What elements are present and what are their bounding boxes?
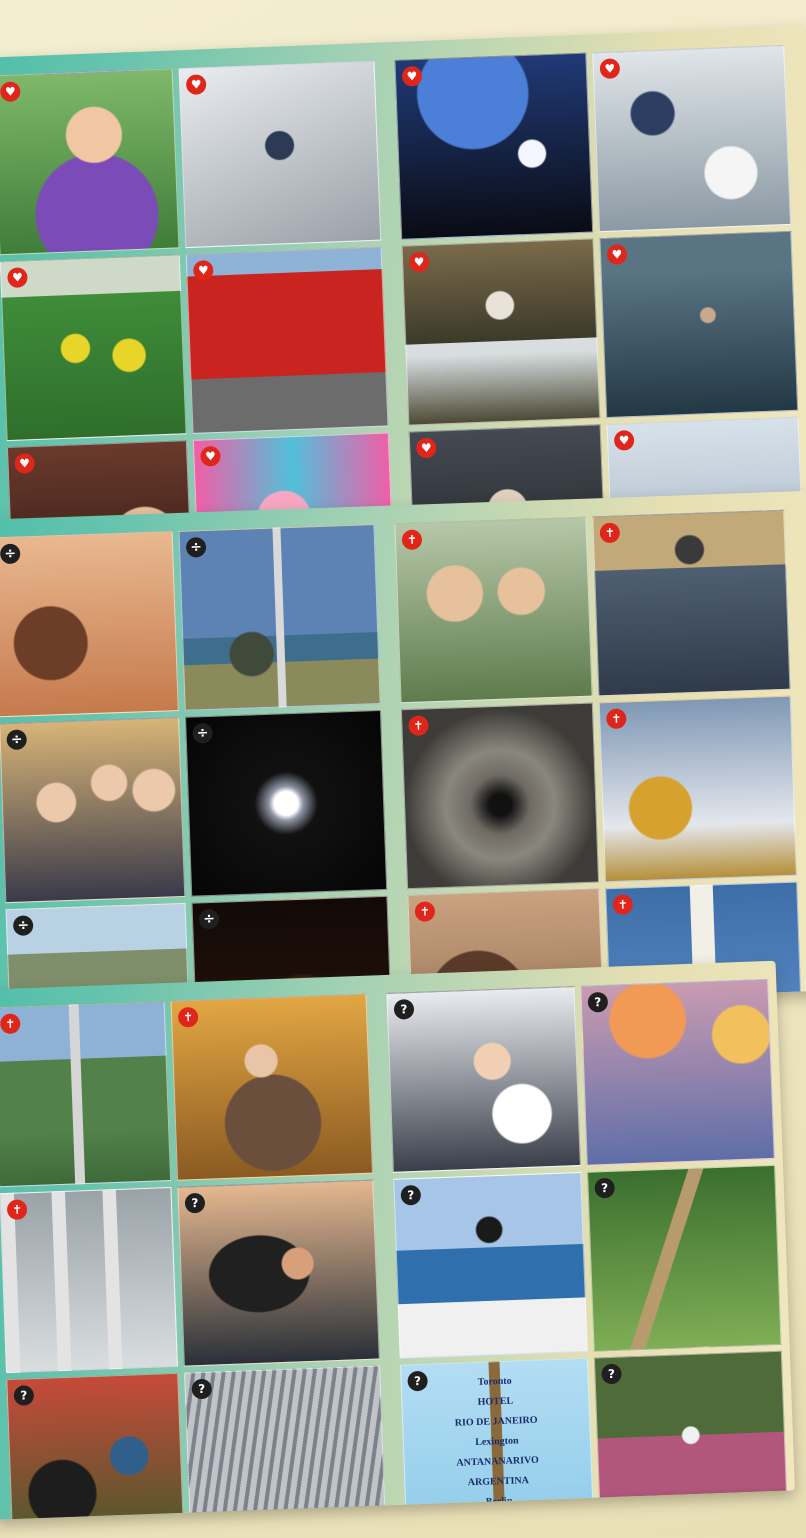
heart-icon: ♥	[0, 81, 21, 103]
heart-icon: ♥	[7, 267, 28, 288]
soldier-at-cross-photo: ÷	[178, 524, 381, 711]
kids-football-photo: ♥	[0, 254, 187, 442]
divide-icon: ÷	[6, 729, 28, 751]
divide-icon: ÷	[0, 543, 21, 565]
cross-icon: ✝	[605, 708, 627, 730]
students-exam-photo: ?	[386, 986, 581, 1173]
signpost-label: ARGENTINA	[467, 1475, 530, 1489]
cross-icon: ✝	[6, 1199, 28, 1221]
question-icon: ?	[400, 1184, 422, 1206]
question-icon: ?	[594, 1177, 616, 1199]
heart-icon: ♥	[200, 445, 221, 467]
divide-icon: ÷	[12, 915, 34, 936]
divide-icon: ÷	[185, 536, 207, 558]
divide-icon: ÷	[198, 908, 220, 930]
divide-icon: ÷	[192, 722, 213, 744]
girl-with-flowers-photo: ♥	[0, 68, 180, 256]
wallet-money-photo: ?	[6, 1372, 185, 1520]
signpost-label: Lexington	[475, 1435, 519, 1449]
city-signpost-photo: ? Toronto HOTEL RIO DE JANEIRO Lexington ANTA…	[400, 1357, 595, 1520]
heart-icon: ♥	[613, 430, 635, 451]
page-gutter	[388, 246, 403, 426]
red-university-building-photo: ♥	[185, 246, 389, 434]
heart-icon: ♥	[599, 58, 621, 80]
heart-icon: ♥	[401, 65, 423, 87]
heart-icon: ♥	[185, 74, 207, 95]
couple-kissing-photo: ✝	[394, 516, 593, 704]
page-gutter	[380, 60, 395, 240]
forest-path-photo: ?	[587, 1164, 782, 1352]
masked-group-forest-photo: ?	[593, 1350, 789, 1520]
drowning-hand-photo: ♥	[599, 230, 799, 419]
signpost-label: RIO DE JANEIRO	[454, 1414, 538, 1429]
page-gutter	[372, 993, 387, 1173]
heart-icon: ♥	[415, 437, 437, 459]
concert-crowd-photo: ♥	[394, 52, 594, 240]
man-on-boat-bow-photo: ?	[393, 1171, 588, 1359]
arched-tunnel-photo: ✝	[400, 702, 600, 890]
cross-icon: ✝	[599, 522, 621, 544]
divide-photo-grid: ÷ ÷ ✝ ✝ ÷ ÷ ✝ ✝ ÷ ÷ ✝ ✝	[0, 509, 804, 1020]
man-on-rock-desert-photo: ÷	[0, 531, 179, 718]
question-icon: ?	[407, 1370, 428, 1392]
question-icon: ?	[191, 1378, 213, 1400]
page-gutter	[387, 709, 401, 889]
cross-icon: ✝	[408, 715, 429, 737]
signpost-label: HOTEL	[477, 1395, 514, 1408]
question-icon: ?	[587, 991, 609, 1013]
heart-icon: ♥	[14, 453, 35, 474]
christ-redeemer-rio-photo: ✝	[0, 1001, 172, 1188]
father-son-bridge-photo: ♥	[592, 44, 792, 233]
heart-photo-card: ♥ ♥ ♥ ♥ ♥ ♥ ♥ ♥ ♥ ♥ ♥ ♥	[0, 26, 806, 558]
question-icon: ?	[393, 998, 415, 1020]
question-photo-grid: ✝ ✝?? ✝?????? Toronto HOTEL RIO DE JANEIRO Lex…	[0, 978, 789, 1520]
divide-photo-card: ÷ ÷ ✝ ✝ ÷ ÷ ✝ ✝ ÷ ÷ ✝ ✝	[0, 491, 806, 1020]
heart-icon: ♥	[606, 244, 628, 265]
heart-icon: ♥	[192, 260, 214, 281]
signpost-label: SAINTE-CATHERINE	[449, 1514, 550, 1519]
man-jumping-waterfall-photo: ♥	[401, 238, 601, 426]
golden-church-dome-photo: ✝	[598, 695, 797, 883]
heart-icon: ♥	[408, 251, 430, 273]
question-icon: ?	[184, 1192, 206, 1214]
moon-night-photo: ÷	[184, 709, 388, 897]
driving-hands-photo: ?	[177, 1179, 380, 1367]
question-icon: ?	[601, 1363, 622, 1385]
cross-icon: ✝	[414, 901, 436, 922]
cross-icon: ✝	[612, 894, 634, 916]
sky-lanterns-photo: ?	[580, 978, 775, 1166]
question-icon: ?	[13, 1385, 35, 1406]
traffic-jam-photo: ?	[184, 1365, 387, 1520]
helicopter-rescue-photo: ✝	[592, 509, 791, 697]
cross-icon: ✝	[0, 1013, 21, 1035]
heart-photo-grid: ♥ ♥ ♥ ♥ ♥ ♥ ♥ ♥ ♥ ♥ ♥ ♥	[0, 44, 806, 558]
page-gutter	[380, 524, 394, 704]
page-gutter	[379, 1179, 394, 1359]
signpost-label: ANTANANARIVO	[456, 1454, 540, 1469]
question-photo-card: ✝ ✝?? ✝?????? Toronto HOTEL RIO DE JANEIRO Lex…	[0, 960, 795, 1520]
smiling-women-group-photo: ÷	[0, 717, 186, 904]
mother-baby-autumn-photo: ✝	[170, 993, 373, 1181]
page-gutter	[386, 1365, 401, 1520]
signpost-label: Berlin	[485, 1495, 513, 1508]
cemetery-crosses-photo: ✝	[0, 1186, 178, 1374]
signpost-label: Toronto	[477, 1375, 512, 1388]
cross-icon: ✝	[401, 529, 423, 551]
snowboarder-photo: ♥	[178, 60, 382, 249]
cross-icon: ✝	[177, 1006, 199, 1028]
